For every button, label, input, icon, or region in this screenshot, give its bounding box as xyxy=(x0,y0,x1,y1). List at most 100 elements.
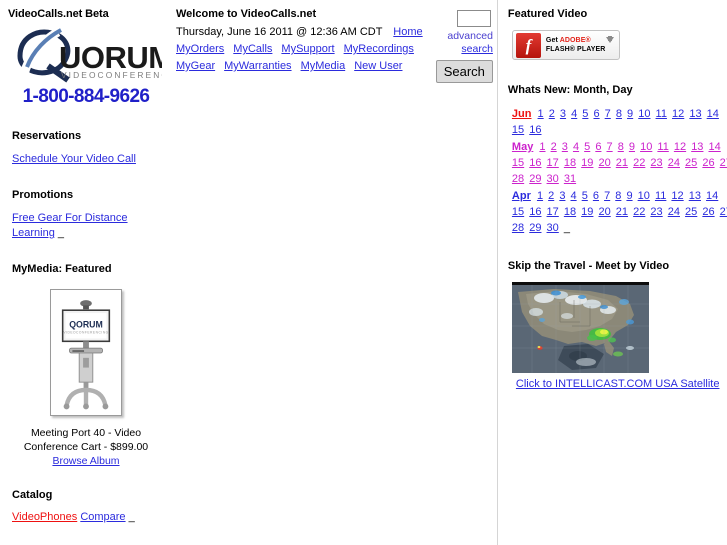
calendar-day-may-31[interactable]: 31 xyxy=(564,173,576,185)
calendar-day-may-15[interactable]: 15 xyxy=(512,157,524,169)
calendar-day-apr-13[interactable]: 13 xyxy=(689,190,701,202)
mymedia-product-image[interactable]: QORUM VIDEOCONFERENCING xyxy=(50,289,122,416)
calendar-day-apr-26[interactable]: 26 xyxy=(702,206,714,218)
calendar-day-may-8[interactable]: 8 xyxy=(618,141,624,153)
calendar-day-may-12[interactable]: 12 xyxy=(674,141,686,153)
calendar-day-jun-1[interactable]: 1 xyxy=(538,108,544,120)
calendar-day-apr-19[interactable]: 19 xyxy=(581,206,593,218)
calendar-day-apr-27[interactable]: 27 xyxy=(720,206,727,218)
calendar-day-may-4[interactable]: 4 xyxy=(573,141,579,153)
calendar-day-apr-12[interactable]: 12 xyxy=(671,190,683,202)
calendar-day-apr-17[interactable]: 17 xyxy=(547,206,559,218)
calendar-day-apr-28[interactable]: 28 xyxy=(512,222,524,234)
calendar-day-apr-2[interactable]: 2 xyxy=(548,190,554,202)
calendar-day-jun-4[interactable]: 4 xyxy=(571,108,577,120)
calendar-day-apr-23[interactable]: 23 xyxy=(650,206,662,218)
home-link[interactable]: Home xyxy=(393,26,422,38)
calendar-day-may-16[interactable]: 16 xyxy=(529,157,541,169)
calendar-day-may-6[interactable]: 6 xyxy=(595,141,601,153)
usa-satellite-map-image[interactable] xyxy=(511,282,649,373)
search-input[interactable] xyxy=(456,10,491,27)
calendar-day-may-3[interactable]: 3 xyxy=(562,141,568,153)
calendar-day-apr-10[interactable]: 10 xyxy=(638,190,650,202)
calendar-day-may-19[interactable]: 19 xyxy=(581,157,593,169)
calendar-day-may-27[interactable]: 27 xyxy=(720,157,727,169)
calendar-day-jun-13[interactable]: 13 xyxy=(689,108,701,120)
calendar-day-jun-8[interactable]: 8 xyxy=(616,108,622,120)
calendar-day-apr-24[interactable]: 24 xyxy=(668,206,680,218)
free-gear-link[interactable]: Free Gear For Distance Learning xyxy=(12,212,128,239)
calendar-day-apr-29[interactable]: 29 xyxy=(529,222,541,234)
calendar-day-jun-6[interactable]: 6 xyxy=(593,108,599,120)
calendar-month-apr[interactable]: Apr xyxy=(512,190,531,202)
calendar-day-jun-7[interactable]: 7 xyxy=(605,108,611,120)
compare-link[interactable]: Compare xyxy=(80,511,125,523)
schedule-video-call-link[interactable]: Schedule Your Video Call xyxy=(12,153,136,165)
calendar-day-apr-15[interactable]: 15 xyxy=(512,206,524,218)
calendar-day-apr-3[interactable]: 3 xyxy=(559,190,565,202)
calendar-day-may-11[interactable]: 11 xyxy=(657,141,668,153)
calendar-day-apr-9[interactable]: 9 xyxy=(626,190,632,202)
calendar-day-may-29[interactable]: 29 xyxy=(529,173,541,185)
calendar-day-jun-5[interactable]: 5 xyxy=(582,108,588,120)
nav-link-mywarranties[interactable]: MyWarranties xyxy=(224,60,291,72)
calendar-day-apr-22[interactable]: 22 xyxy=(633,206,645,218)
calendar-day-may-2[interactable]: 2 xyxy=(551,141,557,153)
get-flash-player-badge[interactable]: f Get ADOBE® FLASH® PLAYER xyxy=(511,30,620,60)
calendar-day-apr-30[interactable]: 30 xyxy=(547,222,559,234)
nav-link-mymedia[interactable]: MyMedia xyxy=(301,60,346,72)
calendar-day-may-23[interactable]: 23 xyxy=(650,157,662,169)
calendar-day-may-26[interactable]: 26 xyxy=(702,157,714,169)
advanced-search-link[interactable]: search xyxy=(427,43,493,56)
intellicast-link[interactable]: Click to INTELLICAST.COM USA Satellite xyxy=(516,378,720,390)
calendar-day-may-5[interactable]: 5 xyxy=(584,141,590,153)
nav-link-myorders[interactable]: MyOrders xyxy=(176,43,224,55)
calendar-day-jun-15[interactable]: 15 xyxy=(512,124,524,136)
nav-link-mycalls[interactable]: MyCalls xyxy=(233,43,272,55)
calendar-day-jun-14[interactable]: 14 xyxy=(707,108,719,120)
calendar-day-apr-7[interactable]: 7 xyxy=(604,190,610,202)
calendar-day-apr-14[interactable]: 14 xyxy=(706,190,718,202)
calendar-day-apr-6[interactable]: 6 xyxy=(593,190,599,202)
calendar-day-may-1[interactable]: 1 xyxy=(539,141,545,153)
calendar-day-may-13[interactable]: 13 xyxy=(691,141,703,153)
nav-link-new-user[interactable]: New User xyxy=(354,60,402,72)
calendar-day-apr-21[interactable]: 21 xyxy=(616,206,628,218)
calendar-day-may-10[interactable]: 10 xyxy=(640,141,652,153)
calendar-month-may[interactable]: May xyxy=(512,141,533,153)
calendar-day-may-17[interactable]: 17 xyxy=(547,157,559,169)
calendar-day-may-9[interactable]: 9 xyxy=(629,141,635,153)
calendar-day-jun-3[interactable]: 3 xyxy=(560,108,566,120)
browse-album-link[interactable]: Browse Album xyxy=(52,455,119,467)
calendar-day-may-24[interactable]: 24 xyxy=(668,157,680,169)
calendar-day-may-22[interactable]: 22 xyxy=(633,157,645,169)
calendar-day-apr-11[interactable]: 11 xyxy=(655,190,666,202)
calendar-day-apr-1[interactable]: 1 xyxy=(537,190,543,202)
calendar-day-jun-16[interactable]: 16 xyxy=(529,124,541,136)
calendar-month-jun[interactable]: Jun xyxy=(512,108,532,120)
calendar-day-may-20[interactable]: 20 xyxy=(598,157,610,169)
calendar-day-jun-9[interactable]: 9 xyxy=(627,108,633,120)
calendar-day-jun-11[interactable]: 11 xyxy=(656,108,667,120)
calendar-day-apr-4[interactable]: 4 xyxy=(571,190,577,202)
calendar-day-apr-20[interactable]: 20 xyxy=(598,206,610,218)
calendar-day-may-21[interactable]: 21 xyxy=(616,157,628,169)
calendar-day-apr-16[interactable]: 16 xyxy=(529,206,541,218)
calendar-day-apr-8[interactable]: 8 xyxy=(615,190,621,202)
calendar-day-may-18[interactable]: 18 xyxy=(564,157,576,169)
nav-link-myrecordings[interactable]: MyRecordings xyxy=(344,43,414,55)
calendar-day-may-7[interactable]: 7 xyxy=(607,141,613,153)
calendar-day-jun-12[interactable]: 12 xyxy=(672,108,684,120)
calendar-day-jun-2[interactable]: 2 xyxy=(549,108,555,120)
calendar-day-may-30[interactable]: 30 xyxy=(547,173,559,185)
nav-link-mysupport[interactable]: MySupport xyxy=(281,43,334,55)
nav-link-mygear[interactable]: MyGear xyxy=(176,60,215,72)
videophones-link[interactable]: VideoPhones xyxy=(12,511,77,523)
calendar-day-jun-10[interactable]: 10 xyxy=(638,108,650,120)
calendar-day-may-14[interactable]: 14 xyxy=(709,141,721,153)
calendar-day-apr-25[interactable]: 25 xyxy=(685,206,697,218)
calendar-day-apr-18[interactable]: 18 xyxy=(564,206,576,218)
calendar-day-may-25[interactable]: 25 xyxy=(685,157,697,169)
calendar-day-apr-5[interactable]: 5 xyxy=(582,190,588,202)
calendar-day-may-28[interactable]: 28 xyxy=(512,173,524,185)
